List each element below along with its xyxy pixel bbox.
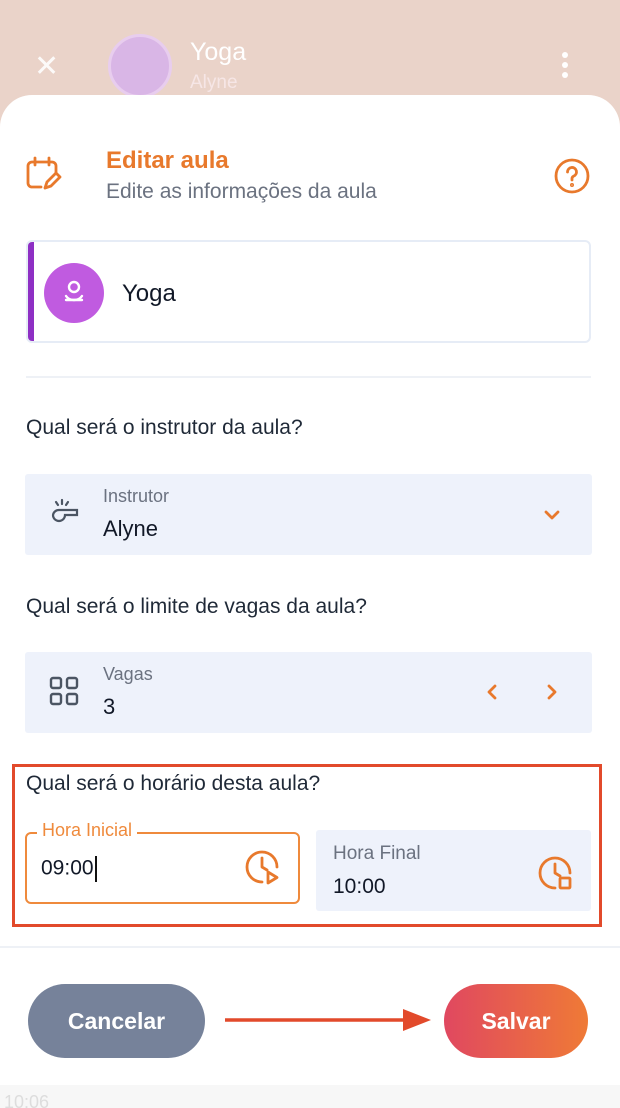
page-title: Editar aula bbox=[106, 147, 229, 174]
background-time: 10:06 bbox=[4, 1092, 50, 1108]
close-icon[interactable]: ✕ bbox=[34, 52, 59, 82]
grid-icon bbox=[49, 676, 79, 706]
clock-play-icon[interactable] bbox=[243, 848, 281, 886]
spots-value: 3 bbox=[103, 694, 116, 719]
background-subtitle: Alyne bbox=[190, 72, 238, 93]
more-options-icon[interactable] bbox=[562, 52, 572, 82]
start-time-value: 09:00 bbox=[41, 856, 94, 880]
spots-label: Vagas bbox=[103, 664, 153, 684]
class-avatar bbox=[44, 263, 104, 323]
start-time-input[interactable]: Hora Inicial 09:00 bbox=[25, 820, 300, 904]
arrow-annotation-icon bbox=[225, 1009, 431, 1031]
clock-stop-icon[interactable] bbox=[536, 854, 574, 892]
end-time-input[interactable]: Hora Final 10:00 bbox=[316, 830, 591, 911]
instructor-value: Alyne bbox=[103, 516, 159, 541]
calendar-edit-icon bbox=[26, 156, 62, 190]
spots-stepper[interactable]: Vagas 3 bbox=[25, 652, 592, 733]
start-time-label: Hora Inicial bbox=[37, 820, 138, 841]
avatar bbox=[108, 34, 172, 98]
instructor-question: Qual será o instrutor da aula? bbox=[26, 416, 303, 439]
chevron-right-icon[interactable] bbox=[542, 682, 562, 702]
help-circle-icon[interactable] bbox=[553, 157, 591, 195]
end-time-value: 10:00 bbox=[333, 875, 386, 898]
chevron-down-icon[interactable] bbox=[542, 505, 562, 525]
background-title: Yoga bbox=[190, 38, 247, 66]
schedule-question: Qual será o horário desta aula? bbox=[26, 772, 321, 795]
chevron-left-icon[interactable] bbox=[482, 682, 502, 702]
cancel-button[interactable]: Cancelar bbox=[28, 984, 205, 1058]
divider bbox=[26, 376, 591, 378]
save-button[interactable]: Salvar bbox=[444, 984, 588, 1058]
yoga-icon bbox=[64, 280, 84, 302]
class-color-bar bbox=[28, 242, 34, 341]
class-name: Yoga bbox=[122, 280, 176, 307]
end-time-label: Hora Final bbox=[333, 843, 421, 864]
instructor-select[interactable]: Instrutor Alyne bbox=[25, 474, 592, 555]
text-cursor bbox=[94, 856, 97, 882]
whistle-icon bbox=[51, 498, 79, 523]
footer-divider bbox=[0, 946, 620, 948]
spots-question: Qual será o limite de vagas da aula? bbox=[26, 595, 367, 618]
class-card: Yoga bbox=[26, 240, 591, 343]
start-time-field[interactable]: 09:00 bbox=[41, 856, 97, 882]
edit-class-sheet: Editar aula Edite as informações da aula… bbox=[0, 95, 620, 1085]
instructor-label: Instrutor bbox=[103, 486, 170, 506]
page-subtitle: Edite as informações da aula bbox=[106, 180, 377, 203]
